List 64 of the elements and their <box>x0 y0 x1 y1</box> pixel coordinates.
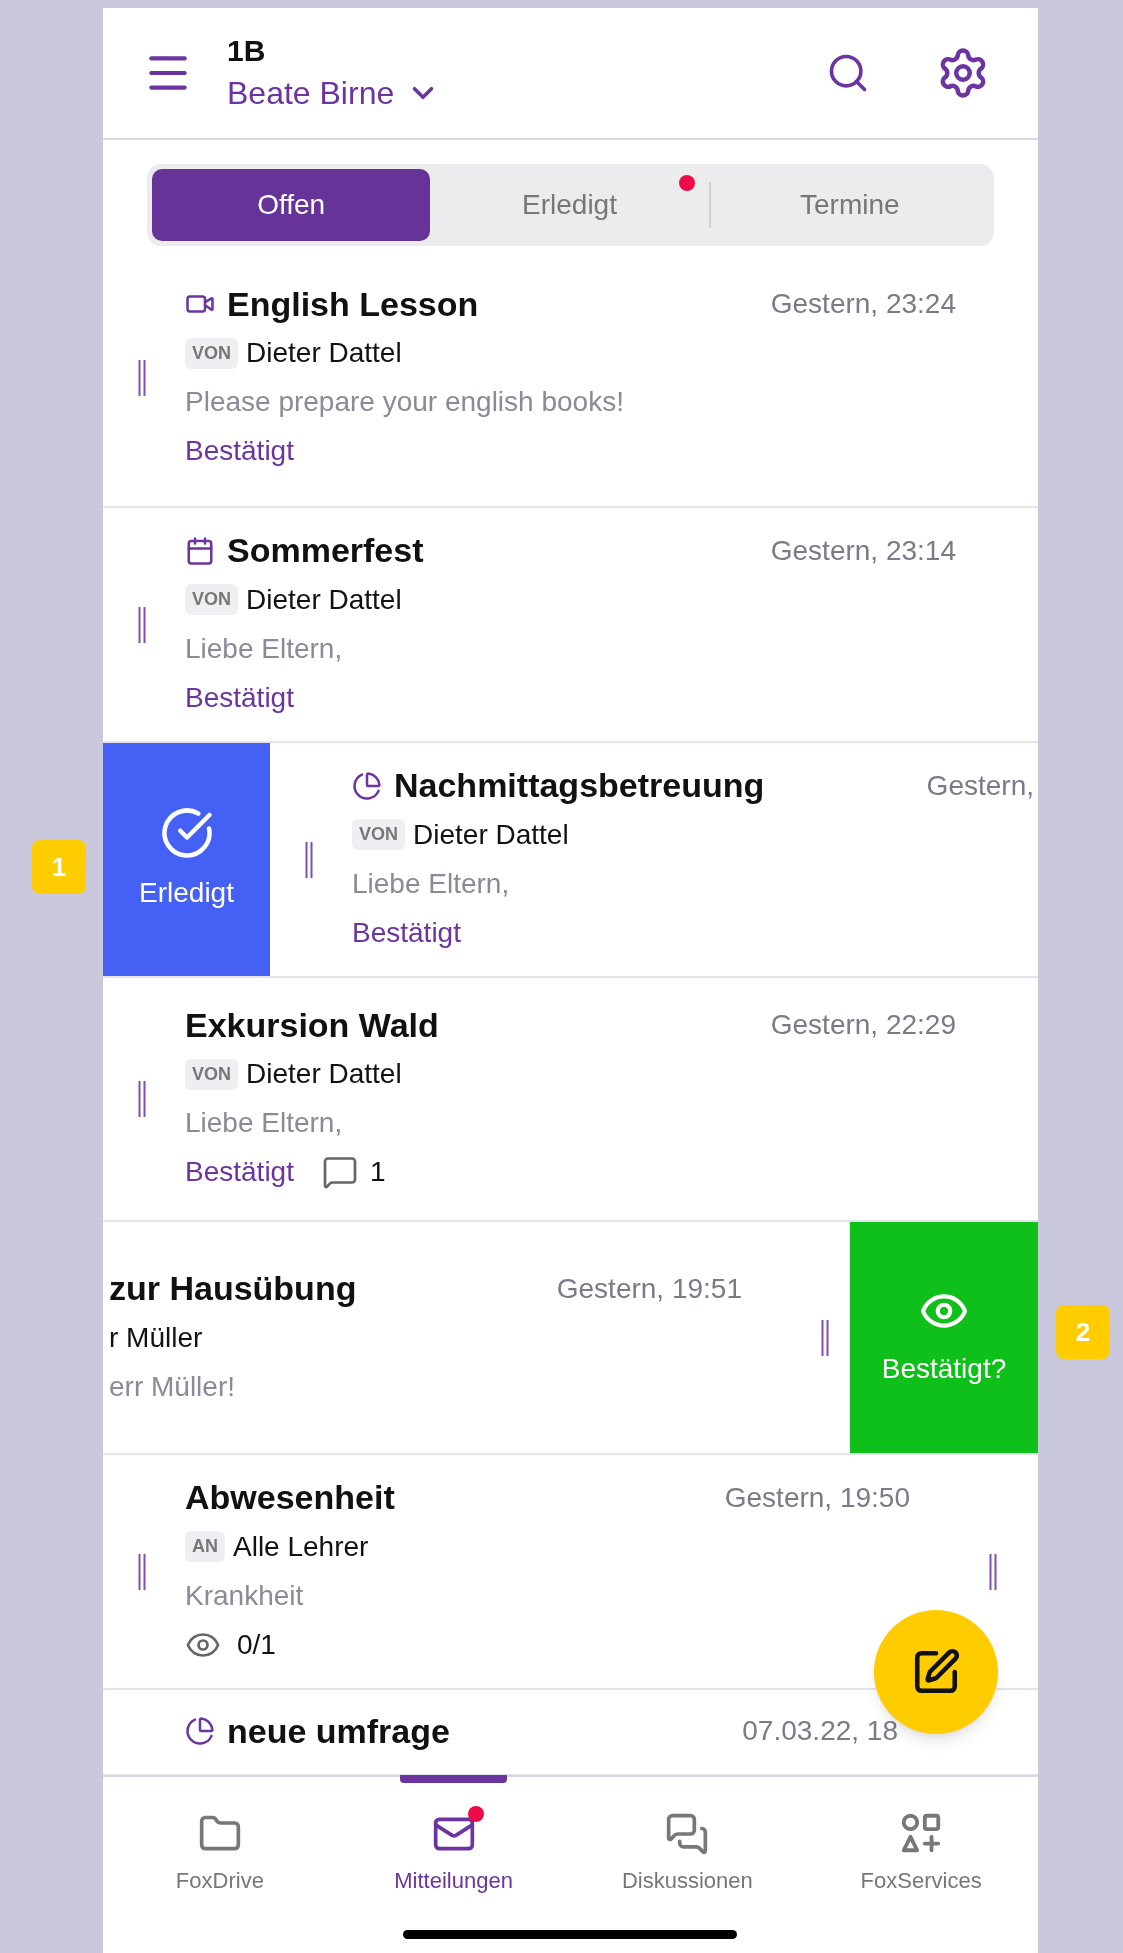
drag-handle-icon[interactable] <box>137 606 147 643</box>
sender-tag: VON <box>185 1058 238 1090</box>
nav-tab[interactable]: Diskussionen <box>570 1777 805 1897</box>
message-time: Gestern, <box>926 768 1034 803</box>
person-name: Alle Lehrer <box>233 1529 369 1564</box>
message-preview: Liebe Eltern, <box>185 1106 344 1140</box>
annotation-marker: 2 <box>1056 1305 1110 1359</box>
message-time: Gestern, 23:14 <box>770 533 956 568</box>
message-preview: Liebe Eltern, <box>185 631 344 666</box>
sender-tag: AN <box>185 1531 225 1562</box>
message-title: zur Hausübung <box>109 1268 357 1309</box>
message-time: Gestern, 19:50 <box>724 1480 910 1515</box>
drag-handle-icon[interactable] <box>304 841 314 878</box>
drag-handle-icon[interactable] <box>137 1553 147 1590</box>
sender-tag: VON <box>352 819 405 850</box>
sender-tag: VON <box>185 584 238 615</box>
check-circle-icon <box>159 805 214 860</box>
drag-handle-icon[interactable] <box>137 360 147 396</box>
tab[interactable]: Termine <box>710 169 989 241</box>
message-preview: Liebe Eltern, <box>352 866 511 901</box>
chat-icon <box>665 1812 710 1856</box>
message-title: Sommerfest <box>227 530 424 571</box>
person-name: Dieter Dattel <box>413 817 569 852</box>
person-name: Dieter Dattel <box>246 582 402 617</box>
status-link[interactable]: Bestätigt <box>352 911 461 954</box>
seen-count: 0/1 <box>237 1627 276 1662</box>
message-title: Nachmittagsbetreuung <box>394 765 765 806</box>
drag-handle-icon[interactable] <box>137 1081 147 1117</box>
person-name: Dieter Dattel <box>246 1057 402 1091</box>
sender-tag: VON <box>185 337 238 369</box>
status-link[interactable]: Bestätigt <box>185 676 294 719</box>
message-title: English Lesson <box>227 283 479 325</box>
message-time: Gestern, 22:29 <box>770 1008 956 1042</box>
message-time: Gestern, 19:51 <box>556 1271 742 1306</box>
comment-icon <box>321 1154 358 1190</box>
person-name: Dieter Dattel <box>246 336 402 370</box>
pie-chart-icon <box>352 770 382 801</box>
message-row[interactable]: zur Hausübung Gestern, 19:51 r Müller err Müller! Bestätigt? <box>103 1222 1038 1455</box>
drag-handle-icon[interactable] <box>820 1319 830 1356</box>
message-preview: err Müller! <box>109 1369 236 1404</box>
tab[interactable]: Offen <box>152 169 431 241</box>
message-row[interactable]: Erledigt Nachmittagsbetreuung Gestern, VON Dieter Dattel Liebe Eltern, Bestätigt <box>103 743 1038 978</box>
status-link[interactable]: Bestätigt <box>185 1151 294 1193</box>
drag-handle-icon[interactable] <box>988 1553 998 1590</box>
message-time: Gestern, 23:24 <box>770 287 956 321</box>
annotation-marker: 1 <box>32 840 86 894</box>
nav-tab[interactable]: Mitteilungen <box>336 1777 571 1897</box>
nav-tab[interactable]: FoxServices <box>804 1777 1038 1897</box>
message-preview: Krankheit <box>185 1578 305 1613</box>
user-dropdown[interactable]: Beate Birne <box>227 71 441 115</box>
calendar-icon <box>185 535 215 566</box>
message-preview: Please prepare your english books! <box>185 385 625 419</box>
tab[interactable]: Erledigt <box>430 169 709 241</box>
nav-tab[interactable]: FoxDrive <box>103 1777 337 1897</box>
message-title: Exkursion Wald <box>185 1004 439 1046</box>
comment-count: 1 <box>369 1155 386 1189</box>
done-action-button[interactable]: Erledigt <box>103 743 270 976</box>
person-name: r Müller <box>109 1320 203 1355</box>
status-link[interactable]: Bestätigt <box>185 430 294 472</box>
message-time: 07.03.22, 18 <box>742 1714 898 1748</box>
message-title: Abwesenheit <box>185 1477 395 1518</box>
message-title: neue umfrage <box>227 1710 450 1752</box>
class-name: 1B <box>227 33 267 69</box>
pie-chart-icon <box>185 1716 215 1746</box>
